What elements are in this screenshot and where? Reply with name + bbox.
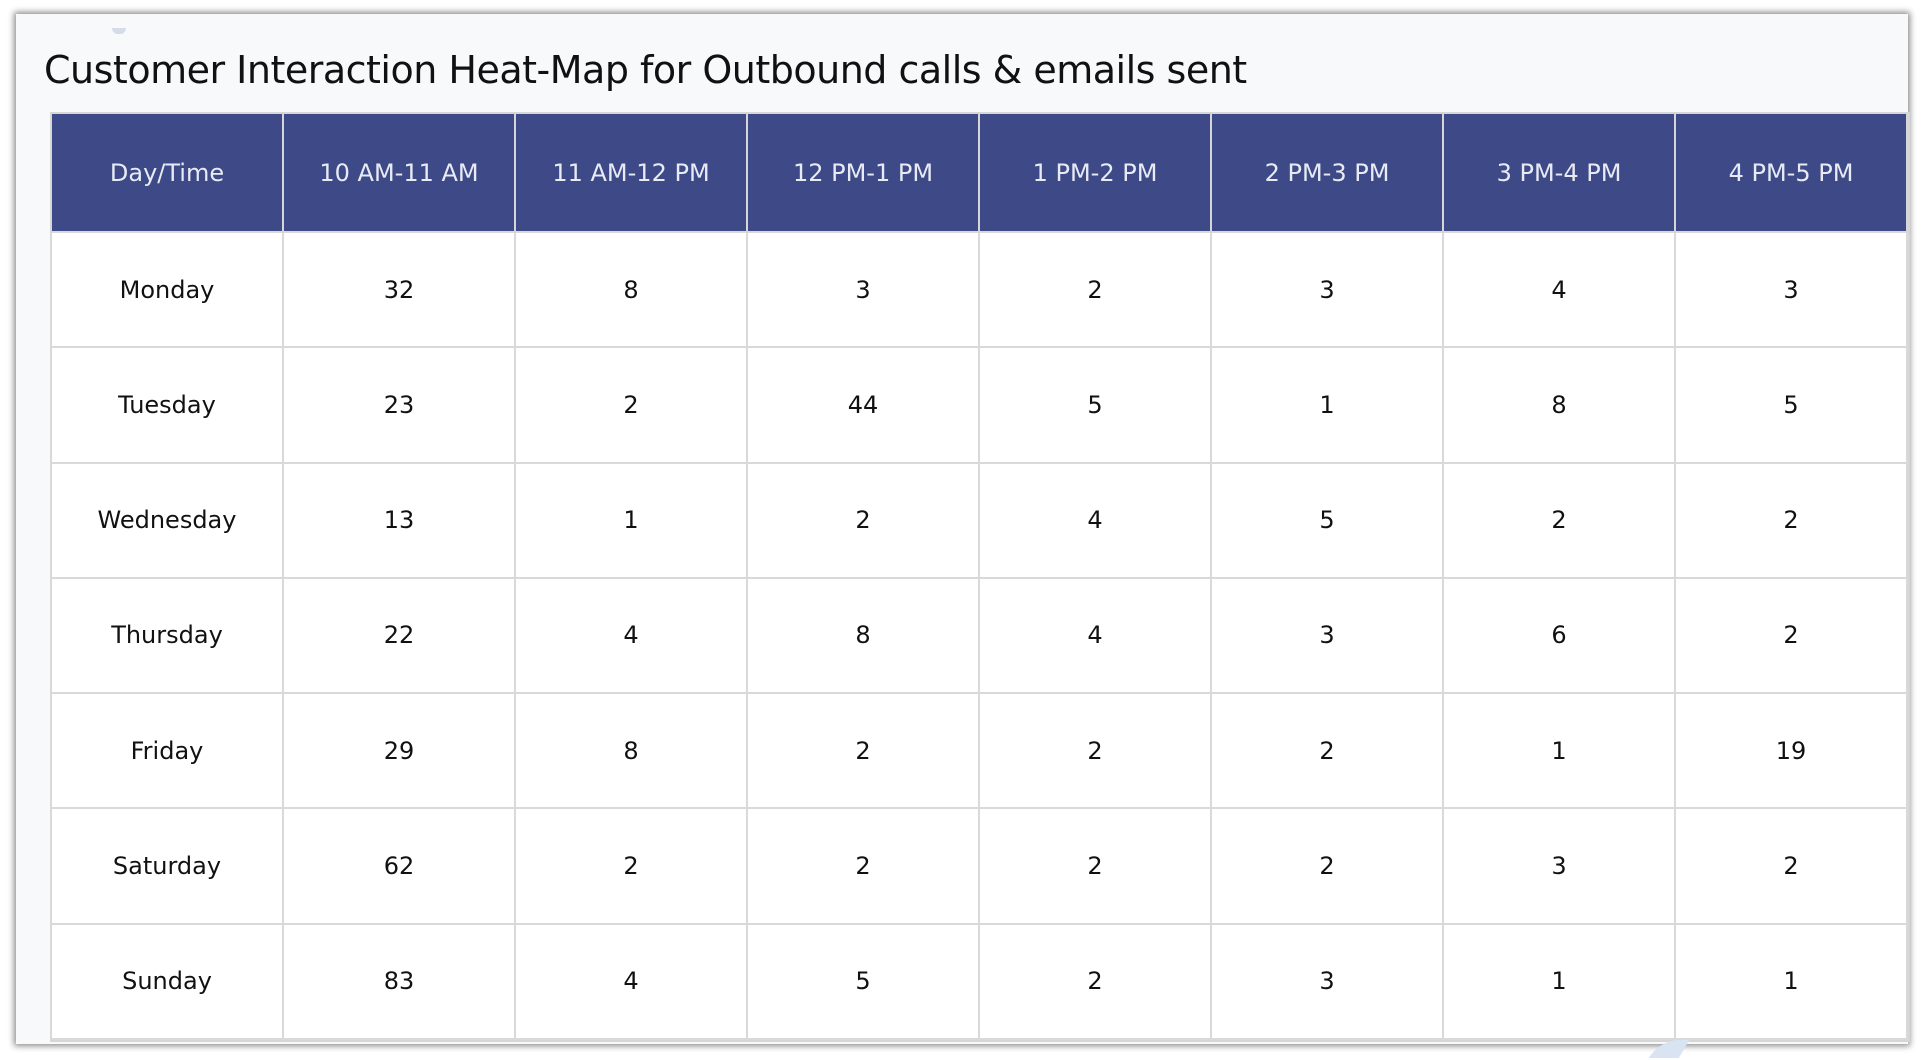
chart-card: Customer Interaction Heat-Map for Outbou… <box>16 14 1910 1058</box>
heatmap-cell: 2 <box>514 807 748 925</box>
heatmap-cell: 44 <box>746 346 980 464</box>
row-label: Monday <box>50 230 284 349</box>
heatmap-cell: 2 <box>746 692 980 810</box>
heatmap-cell: 2 <box>746 807 980 925</box>
heatmap-table: Day/Time 10 AM-11 AM 11 AM-12 PM 12 PM-1 P… <box>50 112 1908 1041</box>
heatmap-cell: 2 <box>978 692 1212 810</box>
table-row: Monday 32 8 3 2 3 4 3 <box>50 230 1908 349</box>
heatmap-cell: 5 <box>1210 461 1444 579</box>
heatmap-cell: 3 <box>1210 230 1444 349</box>
heatmap-cell: 8 <box>514 692 748 810</box>
heatmap-cell: 5 <box>746 922 980 1041</box>
heatmap-cell: 4 <box>978 461 1212 579</box>
table-row: Friday 29 8 2 2 2 1 19 <box>50 692 1908 810</box>
heatmap-cell: 1 <box>1210 346 1444 464</box>
column-header: 1 PM-2 PM <box>978 112 1212 232</box>
heatmap-cell: 8 <box>514 230 748 349</box>
row-label: Sunday <box>50 922 284 1041</box>
heatmap-cell: 23 <box>282 346 516 464</box>
table-row: Thursday 22 4 8 4 3 6 2 <box>50 576 1908 695</box>
heatmap-cell: 32 <box>282 230 516 349</box>
heatmap-cell: 2 <box>1674 576 1908 695</box>
decorative-corner <box>1648 1040 1690 1058</box>
heatmap-cell: 8 <box>746 576 980 695</box>
heatmap-cell: 5 <box>1674 346 1908 464</box>
row-label: Tuesday <box>50 346 284 464</box>
row-label: Thursday <box>50 576 284 695</box>
heatmap-cell: 29 <box>282 692 516 810</box>
heatmap-cell: 4 <box>514 922 748 1041</box>
heatmap-cell: 1 <box>1442 922 1676 1041</box>
table-row: Wednesday 13 1 2 4 5 2 2 <box>50 461 1908 579</box>
column-header: 3 PM-4 PM <box>1442 112 1676 232</box>
heatmap-cell: 2 <box>978 230 1212 349</box>
heatmap-cell: 3 <box>1210 576 1444 695</box>
heatmap-cell: 62 <box>282 807 516 925</box>
heatmap-cell: 2 <box>978 922 1212 1041</box>
table-row: Saturday 62 2 2 2 2 3 2 <box>50 807 1908 925</box>
heatmap-cell: 4 <box>514 576 748 695</box>
row-label: Saturday <box>50 807 284 925</box>
column-header: 4 PM-5 PM <box>1674 112 1908 232</box>
heatmap-cell: 3 <box>1674 230 1908 349</box>
heatmap-table-container: Day/Time 10 AM-11 AM 11 AM-12 PM 12 PM-1 P… <box>50 112 1910 1042</box>
chart-title: Customer Interaction Heat-Map for Outbou… <box>44 48 1247 92</box>
heatmap-cell: 6 <box>1442 576 1676 695</box>
table-row: Sunday 83 4 5 2 3 1 1 <box>50 922 1908 1041</box>
heatmap-cell: 2 <box>1210 692 1444 810</box>
heatmap-cell: 2 <box>1210 807 1444 925</box>
column-header: 10 AM-11 AM <box>282 112 516 232</box>
column-header: 12 PM-1 PM <box>746 112 980 232</box>
heatmap-cell: 1 <box>1674 922 1908 1041</box>
heatmap-cell: 2 <box>514 346 748 464</box>
heatmap-cell: 3 <box>746 230 980 349</box>
heatmap-cell: 2 <box>1674 461 1908 579</box>
column-header: 2 PM-3 PM <box>1210 112 1444 232</box>
table-row: Tuesday 23 2 44 5 1 8 5 <box>50 346 1908 464</box>
heatmap-cell: 8 <box>1442 346 1676 464</box>
heatmap-cell: 3 <box>1442 807 1676 925</box>
heatmap-cell: 13 <box>282 461 516 579</box>
decorative-corner <box>112 28 126 34</box>
heatmap-cell: 19 <box>1674 692 1908 810</box>
heatmap-cell: 22 <box>282 576 516 695</box>
row-label: Friday <box>50 692 284 810</box>
heatmap-cell: 2 <box>978 807 1212 925</box>
heatmap-cell: 1 <box>514 461 748 579</box>
heatmap-cell: 4 <box>1442 230 1676 349</box>
heatmap-cell: 4 <box>978 576 1212 695</box>
heatmap-cell: 83 <box>282 922 516 1041</box>
heatmap-cell: 2 <box>1442 461 1676 579</box>
column-header: 11 AM-12 PM <box>514 112 748 232</box>
table-body: Monday 32 8 3 2 3 4 3 Tuesday 23 2 44 5 1 8 5 Wednesday 1… <box>50 230 1908 1041</box>
heatmap-cell: 2 <box>1674 807 1908 925</box>
row-label: Wednesday <box>50 461 284 579</box>
header-row: Day/Time 10 AM-11 AM 11 AM-12 PM 12 PM-1 P… <box>50 112 1908 232</box>
heatmap-cell: 2 <box>746 461 980 579</box>
heatmap-cell: 5 <box>978 346 1212 464</box>
corner-header: Day/Time <box>50 112 284 232</box>
heatmap-cell: 3 <box>1210 922 1444 1041</box>
heatmap-cell: 1 <box>1442 692 1676 810</box>
